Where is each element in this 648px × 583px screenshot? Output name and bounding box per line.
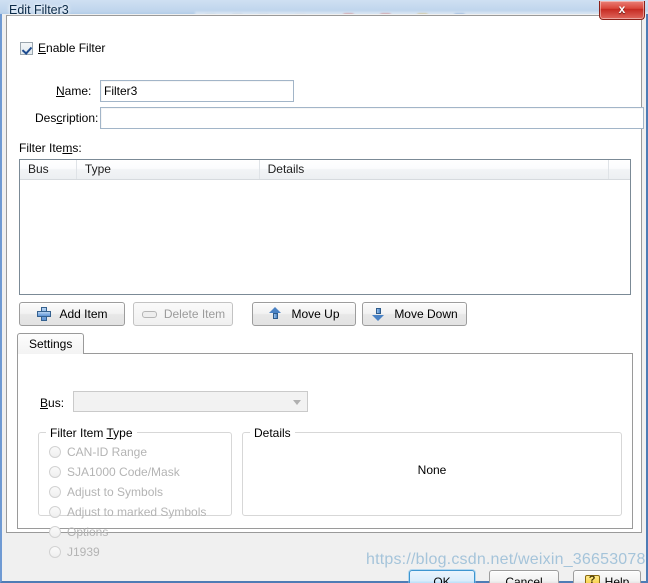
close-icon: x	[618, 2, 626, 16]
filter-item-type-title: Filter Item Type	[46, 426, 137, 440]
radio-label: Adjust to marked Symbols	[67, 505, 207, 519]
column-header-details[interactable]: Details	[260, 160, 610, 179]
add-item-button[interactable]: Add Item	[19, 302, 125, 326]
column-header-type[interactable]: Type	[77, 160, 260, 179]
dialog-client-area: Enable Filter Name: Description: Filter …	[6, 14, 644, 583]
radio-icon	[49, 466, 61, 478]
details-title: Details	[250, 426, 295, 440]
description-label: Description:	[35, 111, 99, 125]
edit-filter-dialog: Enable Filter Name: Description: Filter …	[0, 14, 648, 583]
listview-body[interactable]	[20, 180, 630, 294]
ok-label: OK	[433, 574, 451, 583]
enable-filter-checkbox[interactable]: Enable Filter	[20, 41, 105, 55]
radio-sja1000-code-mask: SJA1000 Code/Mask	[49, 465, 180, 479]
radio-icon	[49, 486, 61, 498]
checkbox-box	[20, 41, 33, 55]
listview-header: Bus Type Details	[20, 160, 630, 180]
radio-label: CAN-ID Range	[67, 445, 148, 459]
column-header-bus[interactable]: Bus	[20, 160, 77, 179]
radio-icon	[49, 506, 61, 518]
radio-label: J1939	[67, 545, 100, 559]
minus-icon	[141, 306, 157, 322]
move-down-button[interactable]: Move Down	[362, 302, 467, 326]
radio-label: Options	[67, 525, 109, 539]
tab-page-settings: Bus: Filter Item Type CAN-ID Range SJA10…	[17, 353, 633, 559]
radio-can-id-range: CAN-ID Range	[49, 445, 147, 459]
move-up-button[interactable]: Move Up	[252, 302, 356, 326]
plus-icon	[36, 306, 52, 322]
bus-label: Bus:	[40, 396, 65, 410]
help-label: Help	[604, 574, 630, 583]
column-header-filler[interactable]	[609, 160, 630, 179]
help-button[interactable]: Help	[573, 570, 641, 583]
title-bar[interactable]: Edit Filter3 x	[0, 0, 648, 26]
radio-j1939: J1939	[49, 545, 100, 559]
window-title: Edit Filter3	[9, 3, 69, 17]
radio-adjust-to-marked-symbols: Adjust to marked Symbols	[49, 505, 206, 519]
add-item-label: Add Item	[59, 307, 108, 321]
move-down-label: Move Down	[394, 307, 458, 321]
tab-settings[interactable]: Settings	[17, 333, 85, 354]
close-button[interactable]: x	[599, 1, 645, 20]
help-icon	[584, 574, 600, 583]
radio-icon	[49, 446, 61, 458]
tab-control: Settings Bus: Filter Item Type CAN-ID Ra…	[17, 333, 633, 559]
delete-item-button: Delete Item	[133, 302, 233, 326]
cancel-button[interactable]: Cancel	[489, 570, 559, 583]
ok-button[interactable]: OK	[409, 570, 475, 583]
move-up-label: Move Up	[291, 307, 340, 321]
name-input[interactable]	[100, 80, 294, 102]
name-label: Name:	[56, 84, 92, 98]
filter-item-type-group: Filter Item Type CAN-ID Range SJA1000 Co…	[38, 426, 232, 559]
arrow-up-icon	[268, 306, 284, 322]
details-value: None	[417, 463, 447, 477]
radio-icon	[49, 526, 61, 538]
radio-adjust-to-symbols: Adjust to Symbols	[49, 485, 163, 499]
details-group: Details None	[242, 426, 622, 516]
filter-items-listview[interactable]: Bus Type Details	[19, 159, 631, 295]
chevron-down-icon	[293, 400, 301, 405]
radio-icon	[49, 546, 61, 558]
delete-item-label: Delete Item	[163, 307, 226, 321]
arrow-down-icon	[371, 306, 387, 322]
top-white-panel: Enable Filter Name: Description: Filter …	[6, 15, 644, 559]
radio-label: SJA1000 Code/Mask	[67, 465, 180, 479]
cancel-label: Cancel	[505, 574, 543, 583]
bus-combobox[interactable]	[73, 391, 308, 412]
description-input[interactable]	[100, 107, 644, 129]
radio-options: Options	[49, 525, 108, 539]
filter-items-label: Filter Items:	[19, 141, 82, 155]
enable-filter-label: Enable Filter	[38, 41, 106, 55]
radio-label: Adjust to Symbols	[67, 485, 164, 499]
